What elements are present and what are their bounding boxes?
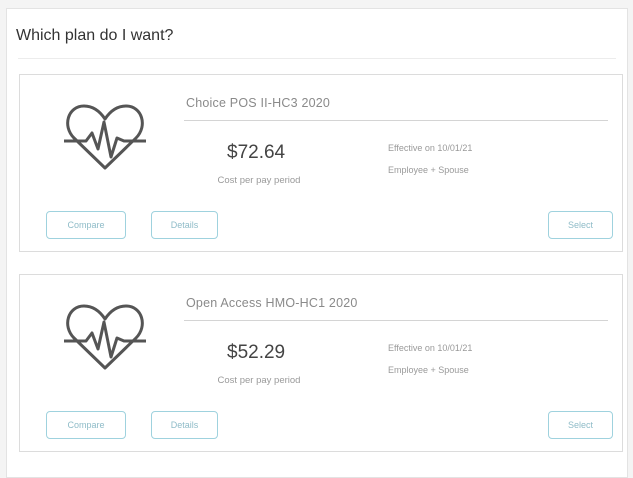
page-title: Which plan do I want? xyxy=(16,27,174,44)
plan-name: Choice POS II-HC3 2020 xyxy=(186,96,331,110)
effective-date: Effective on 10/01/21 xyxy=(388,343,473,353)
compare-button[interactable]: Compare xyxy=(46,411,126,439)
coverage-tier: Employee + Spouse xyxy=(388,365,469,375)
heart-pulse-icon xyxy=(64,304,146,370)
details-button[interactable]: Details xyxy=(151,211,218,239)
plan-card: Choice POS II-HC3 2020 $72.64 Cost per p… xyxy=(19,74,623,252)
plan-price: $52.29 xyxy=(227,342,286,363)
price-caption: Cost per pay period xyxy=(217,175,301,186)
plan-price: $72.64 xyxy=(227,142,286,163)
effective-date: Effective on 10/01/21 xyxy=(388,143,473,153)
plan-divider xyxy=(184,120,608,121)
select-button[interactable]: Select xyxy=(548,211,613,239)
heart-pulse-icon xyxy=(64,104,146,170)
plan-divider xyxy=(184,320,608,321)
compare-button[interactable]: Compare xyxy=(46,211,126,239)
plan-card: Open Access HMO-HC1 2020 $52.29 Cost per… xyxy=(19,274,623,452)
coverage-tier: Employee + Spouse xyxy=(388,165,469,175)
select-button[interactable]: Select xyxy=(548,411,613,439)
price-caption: Cost per pay period xyxy=(217,375,301,386)
plan-name: Open Access HMO-HC1 2020 xyxy=(186,296,358,310)
title-divider xyxy=(18,58,616,59)
details-button[interactable]: Details xyxy=(151,411,218,439)
